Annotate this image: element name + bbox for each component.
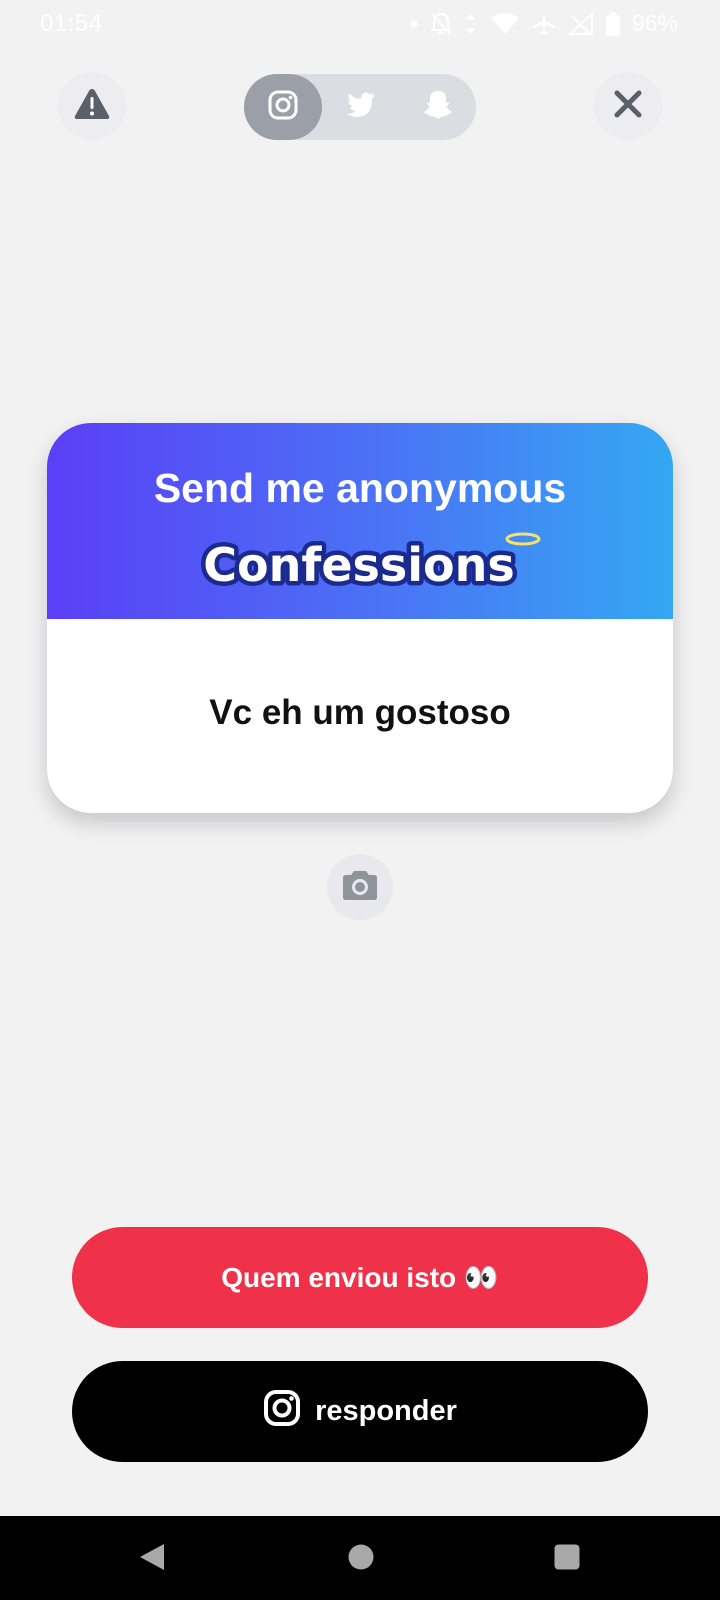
recents-icon[interactable]	[554, 1544, 580, 1575]
close-icon	[613, 89, 643, 124]
data-arrows-icon	[464, 12, 478, 36]
camera-icon	[342, 869, 378, 906]
instagram-icon	[263, 1389, 301, 1435]
dot-icon	[410, 20, 418, 28]
confession-card: Send me anonymous Confessions Vc eh um g…	[47, 423, 673, 813]
signal-off-icon	[567, 11, 594, 36]
home-icon[interactable]	[348, 1544, 374, 1575]
camera-button[interactable]	[327, 854, 393, 920]
close-button[interactable]	[594, 72, 662, 140]
bell-off-icon	[430, 12, 452, 36]
battery-percentage: 96%	[631, 10, 678, 36]
navigation-bar	[0, 1516, 720, 1600]
back-icon[interactable]	[138, 1542, 166, 1577]
confessions-logo: Confessions	[175, 529, 547, 600]
twitter-icon	[346, 91, 376, 123]
status-time: 01:54	[40, 10, 103, 37]
platform-snapchat[interactable]	[399, 74, 476, 140]
status-icons: 96%	[410, 10, 678, 37]
platform-twitter[interactable]	[322, 74, 399, 140]
card-message: Vc eh um gostoso	[209, 693, 511, 732]
confessions-logo-text: Confessions	[203, 538, 515, 592]
status-bar: 01:54 96%	[0, 0, 720, 48]
platform-instagram[interactable]	[244, 74, 322, 140]
battery-icon	[605, 11, 620, 36]
card-header: Send me anonymous Confessions	[47, 423, 673, 619]
who-sent-label: Quem enviou isto 👀	[221, 1262, 499, 1293]
platform-toggle	[244, 74, 476, 140]
instagram-icon	[268, 90, 298, 125]
card-headline: Send me anonymous	[153, 465, 567, 511]
snapchat-icon	[422, 89, 454, 126]
who-sent-button[interactable]: Quem enviou isto 👀	[72, 1227, 648, 1328]
reply-button[interactable]: responder	[72, 1361, 648, 1462]
airplane-icon	[532, 12, 556, 36]
report-button[interactable]	[58, 72, 126, 140]
wifi-icon	[490, 12, 520, 36]
warning-icon	[74, 88, 110, 125]
reply-label: responder	[315, 1395, 457, 1427]
